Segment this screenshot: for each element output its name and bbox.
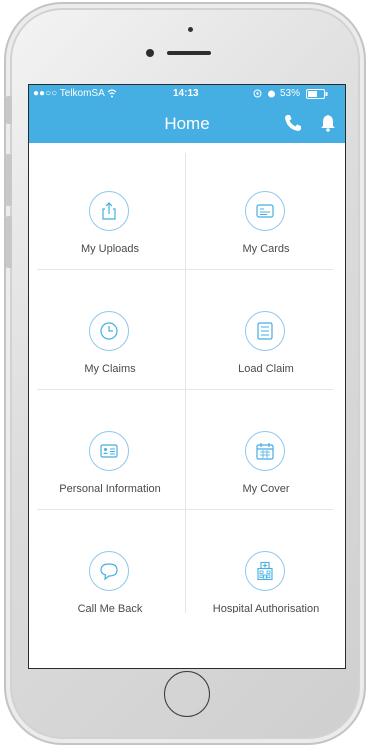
home-button[interactable] bbox=[164, 671, 210, 717]
chat-bubble-icon bbox=[89, 551, 129, 591]
tile-my-claims[interactable]: My Claims bbox=[35, 263, 185, 383]
id-card-icon bbox=[89, 431, 129, 471]
phone-icon[interactable] bbox=[283, 113, 303, 133]
tile-label: My Cover bbox=[242, 483, 290, 495]
card-icon bbox=[245, 191, 285, 231]
location-icon bbox=[253, 89, 262, 98]
mute-switch bbox=[6, 96, 12, 124]
bell-icon[interactable] bbox=[318, 113, 338, 133]
clock-icon bbox=[89, 311, 129, 351]
volume-up-button bbox=[6, 154, 12, 206]
sensor-dot bbox=[188, 27, 193, 32]
volume-down-button bbox=[6, 216, 12, 268]
carrier-label: ●●○○ TelkomSA bbox=[33, 88, 105, 99]
app-screen: ●●○○ TelkomSA 14:13 53% Home My Uploads … bbox=[28, 84, 346, 669]
status-time: 14:13 bbox=[173, 88, 199, 99]
content-bottom-area bbox=[29, 613, 345, 668]
upload-icon bbox=[89, 191, 129, 231]
calendar-icon bbox=[245, 431, 285, 471]
tile-my-cards[interactable]: My Cards bbox=[191, 143, 341, 263]
wifi-icon bbox=[107, 89, 117, 98]
battery-percent: 53% bbox=[280, 88, 301, 99]
tile-label: Personal Information bbox=[59, 483, 161, 495]
tile-label: My Uploads bbox=[80, 243, 140, 255]
nav-bar: Home bbox=[29, 103, 345, 143]
front-camera bbox=[146, 49, 154, 57]
checklist-icon bbox=[245, 311, 285, 351]
tile-my-cover[interactable]: My Cover bbox=[191, 383, 341, 503]
hospital-icon bbox=[245, 551, 285, 591]
tile-hospital-authorisation[interactable]: Hospital Authorisation bbox=[191, 503, 341, 623]
tile-label: Load Claim bbox=[238, 363, 294, 375]
tile-call-me-back[interactable]: Call Me Back bbox=[35, 503, 185, 623]
grid-divider-vertical bbox=[185, 153, 186, 613]
status-bar: ●●○○ TelkomSA 14:13 53% bbox=[29, 85, 345, 103]
tile-label: My Cards bbox=[242, 243, 290, 255]
battery-icon bbox=[306, 89, 328, 99]
alarm-icon bbox=[268, 90, 275, 98]
menu-grid: My Uploads My Cards My Claims Load Claim… bbox=[29, 143, 345, 615]
tile-personal-information[interactable]: Personal Information bbox=[35, 383, 185, 503]
earpiece-speaker bbox=[167, 51, 211, 55]
tile-load-claim[interactable]: Load Claim bbox=[191, 263, 341, 383]
tile-label: My Claims bbox=[84, 363, 136, 375]
tile-my-uploads[interactable]: My Uploads bbox=[35, 143, 185, 263]
